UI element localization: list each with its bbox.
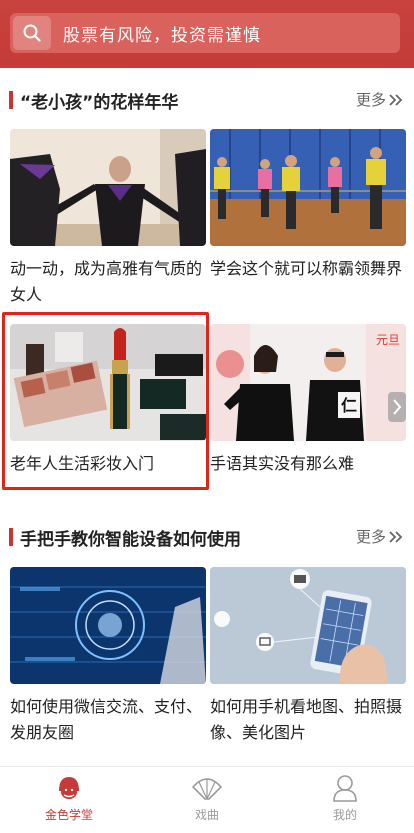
video-card[interactable]: 动一动，成为高雅有气质的女人 — [10, 129, 206, 308]
video-thumbnail-sign-language[interactable]: 仁 元旦 — [210, 324, 406, 441]
bottom-tab-bar: 金色学堂 戏曲 我的 — [0, 766, 414, 833]
top-bar: 股票有风险，投资需谨慎 — [0, 0, 414, 68]
elder-avatar-icon — [59, 777, 79, 799]
double-chevron-right-icon — [389, 530, 403, 543]
tab-opera[interactable]: 戏曲 — [138, 773, 276, 829]
video-thumbnail-dance[interactable] — [10, 129, 206, 246]
video-card[interactable]: 仁 元旦 手语其实没有那么难 — [210, 324, 406, 477]
video-card[interactable]: 如何使用微信交流、支付、发朋友圈 — [10, 567, 206, 746]
tab-label[interactable]: 戏曲 — [195, 806, 219, 823]
video-thumbnail-phone-map[interactable] — [210, 567, 406, 684]
section-marker — [9, 528, 13, 546]
video-thumbnail-wechat[interactable] — [10, 567, 206, 684]
video-caption[interactable]: 动一动，成为高雅有气质的女人 — [10, 256, 206, 308]
video-card[interactable]: 学会这个就可以称霸领舞界 — [210, 129, 406, 282]
thumbnail-char: 仁 — [341, 396, 357, 415]
section-title: “老小孩”的花样年华 — [20, 93, 179, 113]
video-caption[interactable]: 手语其实没有那么难 — [210, 451, 406, 477]
video-card[interactable]: 如何用手机看地图、拍照摄像、美化图片 — [210, 567, 406, 746]
fan-icon — [191, 778, 223, 800]
tab-mine[interactable]: 我的 — [276, 773, 414, 829]
tab-golden-classroom[interactable]: 金色学堂 — [0, 773, 138, 829]
video-caption[interactable]: 学会这个就可以称霸领舞界 — [210, 256, 406, 282]
thumbnail-banner: 元旦 — [376, 333, 400, 347]
video-caption[interactable]: 如何使用微信交流、支付、发朋友圈 — [10, 694, 206, 746]
video-caption[interactable]: 老年人生活彩妆入门 — [10, 451, 206, 477]
search-placeholder[interactable]: 股票有风险，投资需谨慎 — [63, 21, 261, 46]
video-caption[interactable]: 如何用手机看地图、拍照摄像、美化图片 — [210, 694, 406, 746]
video-card[interactable]: 老年人生活彩妆入门 — [10, 324, 206, 477]
user-icon — [333, 775, 357, 802]
video-thumbnail-group-dance[interactable] — [210, 129, 406, 246]
section-title: 手把手教你智能设备如何使用 — [20, 530, 241, 550]
section-header-devices: 手把手教你智能设备如何使用 更多 — [0, 522, 414, 552]
more-link[interactable]: 更多 — [356, 89, 404, 110]
double-chevron-right-icon — [389, 93, 403, 106]
video-thumbnail-makeup[interactable] — [10, 324, 206, 441]
section-header-dance: “老小孩”的花样年华 更多 — [0, 85, 414, 115]
search-bar[interactable]: 股票有风险，投资需谨慎 — [10, 13, 400, 53]
tab-label[interactable]: 我的 — [333, 806, 357, 823]
section-marker — [9, 91, 13, 109]
search-icon[interactable] — [13, 16, 51, 50]
tab-label[interactable]: 金色学堂 — [45, 806, 93, 823]
more-link[interactable]: 更多 — [356, 526, 404, 547]
